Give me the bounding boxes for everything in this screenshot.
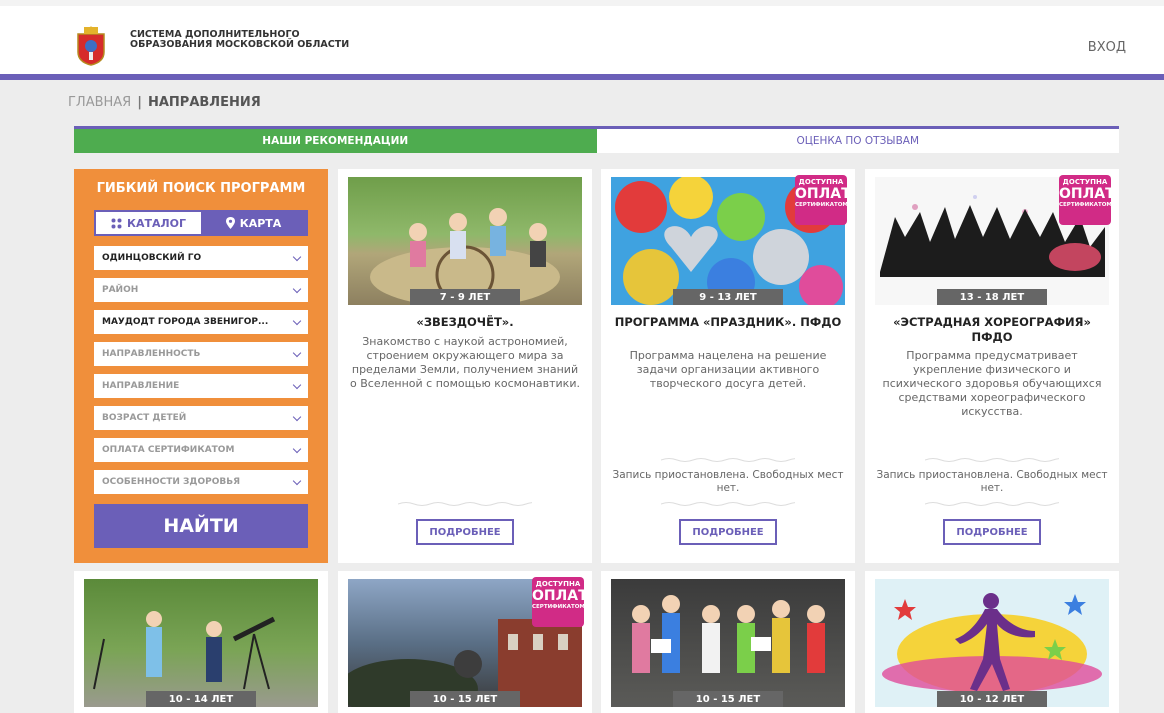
details-button[interactable]: ПОДРОБНЕЕ: [679, 519, 777, 545]
wave-divider: [398, 502, 532, 506]
group-of-children-photo-illustration: [632, 595, 825, 673]
age-badge: 10 - 15 ЛЕТ: [410, 691, 520, 707]
chevron-down-icon: [292, 380, 302, 389]
program-card[interactable]: ДОСТУПНА ОПЛАТА СЕРТИФИКАТОМ 13 - 18 ЛЕТ…: [865, 169, 1119, 563]
enrollment-status: Запись приостановлена. Свободных мест не…: [876, 469, 1108, 494]
select-value: РАЙОН: [102, 285, 139, 295]
select-district[interactable]: РАЙОН: [94, 278, 308, 302]
chevron-down-icon: [292, 252, 302, 261]
program-photo[interactable]: [348, 177, 582, 305]
age-badge: 10 - 15 ЛЕТ: [673, 691, 783, 707]
certificate-payment-badge: ДОСТУПНА ОПЛАТА СЕРТИФИКАТОМ: [532, 577, 592, 627]
select-health-features[interactable]: ОСОБЕННОСТИ ЗДОРОВЬЯ: [94, 470, 308, 494]
details-button[interactable]: ПОДРОБНЕЕ: [943, 519, 1041, 545]
program-title[interactable]: «ЭСТРАДНАЯ ХОРЕОГРАФИЯ» ПФДО: [875, 315, 1109, 345]
age-badge: 7 - 9 ЛЕТ: [410, 289, 520, 305]
tab-reviews[interactable]: ОЦЕНКА ПО ОТЗЫВАМ: [596, 129, 1119, 153]
wave-divider: [925, 458, 1059, 462]
map-pin-icon: [225, 217, 235, 229]
catalog-mode-label: КАТАЛОГ: [126, 216, 187, 230]
age-badge: 10 - 12 ЛЕТ: [937, 691, 1047, 707]
select-municipality[interactable]: ОДИНЦОВСКИЙ ГО: [94, 246, 308, 270]
recommendation-tabs: НАШИ РЕКОМЕНДАЦИИ ОЦЕНКА ПО ОТЗЫВАМ: [74, 126, 1119, 153]
map-mode-label: КАРТА: [239, 216, 282, 230]
catalog-mode-button[interactable]: КАТАЛОГ: [96, 212, 201, 234]
wave-divider: [661, 502, 795, 506]
breadcrumb-current: НАПРАВЛЕНИЯ: [147, 95, 261, 110]
top-header: СИСТЕМА ДОПОЛНИТЕЛЬНОГО ОБРАЗОВАНИЯ МОСК…: [0, 0, 1164, 74]
program-card[interactable]: 7 - 9 ЛЕТ «ЗВЕЗДОЧЁТ». Знакомство с наук…: [338, 169, 592, 563]
chevron-down-icon: [292, 444, 302, 453]
badge-line-2: ОПЛАТА: [795, 186, 855, 202]
chevron-down-icon: [292, 348, 302, 357]
select-age[interactable]: ВОЗРАСТ ДЕТЕЙ: [94, 406, 308, 430]
select-value: МАУДОДТ ГОРОДА ЗВЕНИГОР...: [102, 317, 269, 327]
age-badge: 10 - 14 ЛЕТ: [146, 691, 256, 707]
badge-line-1: ДОСТУПНА: [535, 580, 581, 588]
telescope-outdoor-photo-illustration: [93, 611, 276, 690]
header-divider: [0, 74, 1164, 80]
select-value: ВОЗРАСТ ДЕТЕЙ: [102, 413, 187, 423]
view-mode-toggle: КАТАЛОГ КАРТА: [94, 210, 308, 236]
moscow-oblast-coat-of-arms-logo[interactable]: [74, 26, 108, 66]
wave-divider: [661, 458, 795, 462]
program-card[interactable]: ДОСТУПНА ОПЛАТА СЕРТИФИКАТОМ 9 - 13 ЛЕТ …: [601, 169, 855, 563]
chevron-down-icon: [292, 476, 302, 485]
find-button[interactable]: НАЙТИ: [94, 504, 308, 548]
program-card[interactable]: 10 - 15 ЛЕТ: [601, 571, 855, 713]
badge-line-3: СЕРТИФИКАТОМ: [532, 604, 585, 610]
badge-line-3: СЕРТИФИКАТОМ: [1059, 202, 1112, 208]
breadcrumb-separator: |: [137, 95, 142, 110]
program-photo[interactable]: [875, 579, 1109, 707]
age-badge: 9 - 13 ЛЕТ: [673, 289, 783, 305]
select-organization[interactable]: МАУДОДТ ГОРОДА ЗВЕНИГОР...: [94, 310, 308, 334]
badge-line-3: СЕРТИФИКАТОМ: [795, 202, 848, 208]
astronomy-photo-illustration: [370, 208, 560, 305]
site-title[interactable]: СИСТЕМА ДОПОЛНИТЕЛЬНОГО ОБРАЗОВАНИЯ МОСК…: [130, 30, 350, 50]
breadcrumb-home[interactable]: ГЛАВНАЯ: [68, 95, 131, 110]
wave-divider: [925, 502, 1059, 506]
program-description: Знакомство с наукой астрономией, строени…: [350, 335, 580, 390]
select-orientation[interactable]: НАПРАВЛЕННОСТЬ: [94, 342, 308, 366]
chevron-down-icon: [292, 316, 302, 325]
dancer-stars-illustration: [882, 593, 1102, 694]
select-certificate-payment[interactable]: ОПЛАТА СЕРТИФИКАТОМ: [94, 438, 308, 462]
chevron-down-icon: [292, 284, 302, 293]
chevron-down-icon: [292, 412, 302, 421]
breadcrumb: ГЛАВНАЯ | НАПРАВЛЕНИЯ: [68, 95, 261, 110]
enrollment-status: Запись приостановлена. Свободных мест не…: [612, 469, 844, 494]
program-description: Программа нацелена на решение задачи орг…: [629, 349, 827, 390]
select-value: ОСОБЕННОСТИ ЗДОРОВЬЯ: [102, 477, 240, 487]
select-direction[interactable]: НАПРАВЛЕНИЕ: [94, 374, 308, 398]
filter-title: ГИБКИЙ ПОИСК ПРОГРАММ: [96, 181, 306, 196]
tab-recommendations[interactable]: НАШИ РЕКОМЕНДАЦИИ: [74, 129, 597, 153]
details-button[interactable]: ПОДРОБНЕЕ: [416, 519, 514, 545]
badge-line-2: ОПЛАТА: [1059, 186, 1119, 202]
login-link[interactable]: ВХОД: [1088, 40, 1126, 55]
badge-line-2: ОПЛАТА: [532, 588, 592, 604]
select-value: ОДИНЦОВСКИЙ ГО: [102, 253, 202, 263]
program-card[interactable]: 10 - 12 ЛЕТ: [865, 571, 1119, 713]
select-value: ОПЛАТА СЕРТИФИКАТОМ: [102, 445, 235, 455]
select-value: НАПРАВЛЕНИЕ: [102, 381, 180, 391]
certificate-payment-badge: ДОСТУПНА ОПЛАТА СЕРТИФИКАТОМ: [795, 175, 855, 225]
program-title[interactable]: ПРОГРАММА «ПРАЗДНИК». ПФДО: [611, 315, 845, 330]
badge-line-1: ДОСТУПНА: [798, 178, 844, 186]
map-mode-button[interactable]: КАРТА: [201, 212, 306, 234]
program-title[interactable]: «ЗВЕЗДОЧЁТ».: [348, 315, 582, 330]
program-description: Программа предусматривает укрепление физ…: [882, 349, 1102, 418]
program-card[interactable]: ДОСТУПНА ОПЛАТА СЕРТИФИКАТОМ 10 - 15 ЛЕТ: [338, 571, 592, 713]
age-badge: 13 - 18 ЛЕТ: [937, 289, 1047, 305]
search-filter-panel: ГИБКИЙ ПОИСК ПРОГРАММ КАТАЛОГ КАРТА ОДИН…: [74, 169, 328, 563]
program-photo[interactable]: [611, 579, 845, 707]
badge-line-1: ДОСТУПНА: [1062, 178, 1108, 186]
grid-icon: [111, 218, 122, 228]
program-photo[interactable]: [84, 579, 318, 707]
certificate-payment-badge: ДОСТУПНА ОПЛАТА СЕРТИФИКАТОМ: [1059, 175, 1119, 225]
program-card[interactable]: 10 - 14 ЛЕТ: [74, 571, 328, 713]
select-value: НАПРАВЛЕННОСТЬ: [102, 349, 201, 359]
